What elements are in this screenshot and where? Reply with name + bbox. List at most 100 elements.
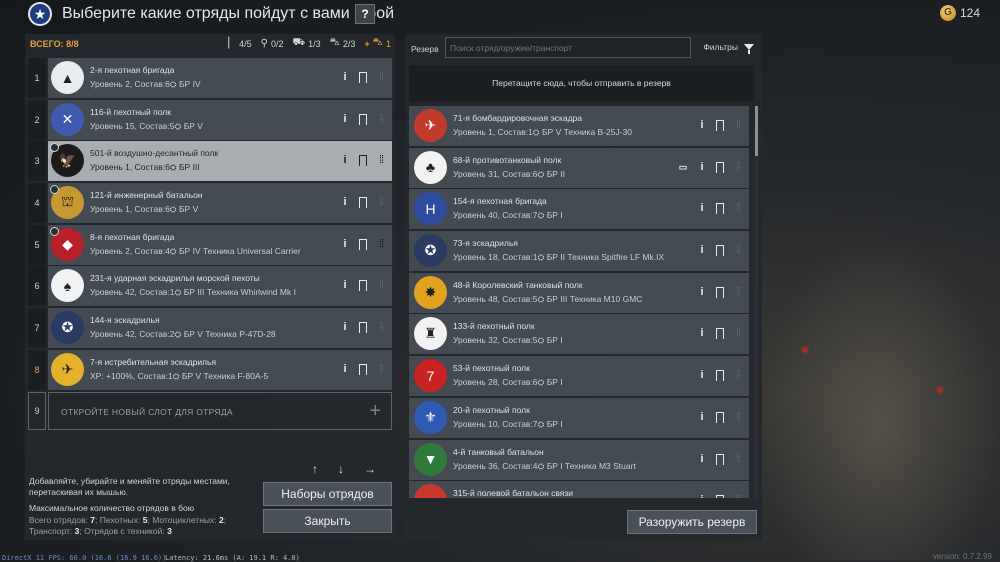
info-icon[interactable]: i [697, 161, 707, 174]
info-icon[interactable]: i [697, 369, 707, 382]
reserve-scroll-thumb[interactable] [755, 106, 758, 156]
squad-card[interactable]: 🦅 501-й воздушно-десантный полк Уровень 1,… [48, 141, 392, 182]
reserve-squad-card[interactable]: H 154-я пехотная бригада Уровень 40, Соста… [409, 189, 749, 230]
help-button[interactable]: ? [355, 4, 375, 24]
squad-card[interactable]: ♠ 231-я ударная эскадрилья морской пехоты… [48, 266, 392, 307]
squad-presets-button[interactable]: Наборы отрядов [263, 482, 392, 506]
move-down-arrow-icon[interactable]: ↓ [338, 462, 344, 476]
reserve-squad-card[interactable]: ✪ 73-я эскадрилья Уровень 18, Состав:1⛭ БР… [409, 231, 749, 272]
drag-handle-icon[interactable]: ⁞⁞ [376, 71, 386, 84]
squad-name: 73-я эскадрилья [453, 238, 518, 249]
open-new-slot-button[interactable]: ОТКРОЙТЕ НОВЫЙ СЛОТ ДЛЯ ОТРЯДА + [48, 391, 392, 430]
drag-handle-icon[interactable]: ⁞⁞ [733, 494, 743, 498]
squad-card[interactable]: ▲ 2-я пехотная бригада Уровень 2, Состав:6… [48, 58, 392, 98]
info-icon[interactable]: i [340, 238, 350, 251]
drag-handle-icon[interactable]: ⁞⁞ [733, 327, 743, 340]
drag-handle-icon[interactable]: ⁞⁞ [733, 119, 743, 132]
drag-handle-icon[interactable]: ⁞⁞ [376, 279, 386, 292]
squad-emblem-icon: ▼ [414, 442, 447, 476]
reserve-squad-card[interactable]: ♜ 133-й пехотный полк Уровень 32, Состав:5… [409, 314, 749, 355]
drag-handle-icon[interactable]: ⁞⁞ [733, 161, 743, 174]
squad-card[interactable]: ✪ 144-я эскадрилья Уровень 42, Состав:2⛭ Б… [48, 308, 392, 349]
info-icon[interactable]: i [340, 113, 350, 126]
info-icon[interactable]: i [697, 244, 707, 257]
bookmark-icon[interactable] [716, 120, 724, 132]
info-icon[interactable]: i [340, 321, 350, 334]
squad-meta: Уровень 28, Состав:6⛭ БР I [453, 377, 563, 388]
squad-card[interactable]: ⛫ 121-й инженерный батальон Уровень 1, Сос… [48, 183, 392, 224]
bookmark-icon[interactable] [716, 453, 724, 466]
info-icon[interactable]: i [340, 154, 350, 167]
bookmark-icon[interactable] [716, 328, 724, 341]
squad-slot: 2 ✕ 116-й пехотный полк Уровень 15, Состав:… [28, 99, 392, 140]
reserve-search-input[interactable] [445, 37, 691, 58]
drag-handle-icon[interactable]: ⁞⁞ [733, 202, 743, 215]
reserve-scrollbar[interactable] [755, 106, 758, 498]
squad-card[interactable]: ◆ 8-я пехотная бригада Уровень 2, Состав:4… [48, 224, 392, 265]
drag-handle-icon[interactable]: ⁞⁞ [376, 321, 386, 334]
info-icon[interactable]: i [697, 119, 707, 132]
info-icon[interactable]: i [697, 453, 707, 466]
slot-number: 7 [28, 308, 46, 349]
info-icon[interactable]: i [340, 196, 350, 209]
drag-handle-icon[interactable]: ⁞⁞ [376, 154, 386, 167]
drag-handle-icon[interactable]: ⁞⁞ [733, 411, 743, 424]
bookmark-icon[interactable] [716, 370, 724, 383]
info-icon[interactable]: i [697, 202, 707, 215]
info-icon[interactable]: i [697, 494, 707, 498]
drag-handle-icon[interactable]: ⁞⁞ [376, 363, 386, 376]
reserve-squad-card[interactable]: ✸ 48-й Королевский танковый полк Уровень 4… [409, 272, 749, 313]
reserve-squad-card[interactable]: ♣ 68-й противотанковый полк Уровень 31, Со… [409, 147, 749, 188]
drag-handle-icon[interactable]: ⁞⁞ [733, 244, 743, 257]
slot-number: 9 [28, 391, 46, 430]
reserve-squad-card[interactable]: ■ 315-й полевой батальон связи ▭ i ⁞⁞ [409, 481, 749, 498]
bookmark-icon[interactable] [359, 113, 367, 126]
reserve-squad-card[interactable]: ⚜ 20-й пехотный полк Уровень 10, Состав:7⛭… [409, 397, 749, 438]
move-right-arrow-icon[interactable]: → [364, 462, 376, 476]
bookmark-icon[interactable] [359, 322, 367, 335]
book-icon[interactable]: ▭ [678, 494, 688, 498]
bookmark-icon[interactable] [716, 286, 724, 299]
reserve-squad-card[interactable]: ✈ 71-я бомбардировочная эскадра Уровень 1,… [409, 106, 749, 146]
squad-slot: 1 ▲ 2-я пехотная бригада Уровень 2, Состав:… [28, 58, 392, 98]
info-icon[interactable]: i [697, 411, 707, 424]
squad-name: 501-й воздушно-десантный полк [90, 148, 219, 159]
close-button[interactable]: Закрыть [263, 509, 392, 533]
drag-handle-icon[interactable]: ⁞⁞ [733, 369, 743, 382]
drag-handle-icon[interactable]: ⁞⁞ [376, 113, 386, 126]
move-up-arrow-icon[interactable]: ↑ [312, 462, 318, 476]
squad-emblem-icon: ✕ [51, 102, 84, 136]
squad-card[interactable]: ✈ 7-я истребительная эскадрилья XP: +100%,… [48, 349, 392, 390]
bookmark-icon[interactable] [716, 245, 724, 258]
bookmark-icon[interactable] [359, 238, 367, 251]
reserve-squad-card[interactable]: 7 53-й пехотный полк Уровень 28, Состав:6⛭… [409, 356, 749, 397]
drag-handle-icon[interactable]: ⁞⁞ [376, 196, 386, 209]
drag-handle-icon[interactable]: ⁞⁞ [733, 453, 743, 466]
drag-handle-icon[interactable]: ⁞⁞ [733, 286, 743, 299]
info-icon[interactable]: i [340, 71, 350, 84]
bookmark-icon[interactable] [716, 203, 724, 216]
drag-handle-icon[interactable]: ⁞⁞ [376, 238, 386, 251]
squad-card[interactable]: ✕ 116-й пехотный полк Уровень 15, Состав:5… [48, 99, 392, 140]
bookmark-icon[interactable] [359, 72, 367, 84]
info-icon[interactable]: i [340, 363, 350, 376]
reserve-dropzone[interactable]: Перетащите сюда, чтобы отправить в резер… [409, 65, 754, 102]
premium-marker-icon [50, 226, 59, 236]
bookmark-icon[interactable] [716, 495, 724, 498]
info-icon[interactable]: i [697, 286, 707, 299]
disarm-reserve-button[interactable]: Разоружить резерв [627, 510, 757, 534]
bookmark-icon[interactable] [359, 363, 367, 376]
squad-name: 116-й пехотный полк [90, 106, 171, 117]
bookmark-icon[interactable] [716, 161, 724, 174]
book-icon[interactable]: ▭ [678, 161, 688, 174]
info-icon[interactable]: i [697, 327, 707, 340]
info-icon[interactable]: i [340, 279, 350, 292]
max-moto-value: 2 [219, 515, 224, 525]
filters-button[interactable]: Фильтры [703, 42, 754, 54]
reserve-squad-card[interactable]: ▼ 4-й танковый батальон Уровень 36, Состав… [409, 439, 749, 480]
bookmark-icon[interactable] [716, 411, 724, 424]
bookmark-icon[interactable] [359, 155, 367, 168]
bookmark-icon[interactable] [359, 280, 367, 293]
bookmark-icon[interactable] [359, 197, 367, 210]
squad-meta: Уровень 48, Состав:5⛭ БР III Техника M10… [453, 293, 643, 304]
